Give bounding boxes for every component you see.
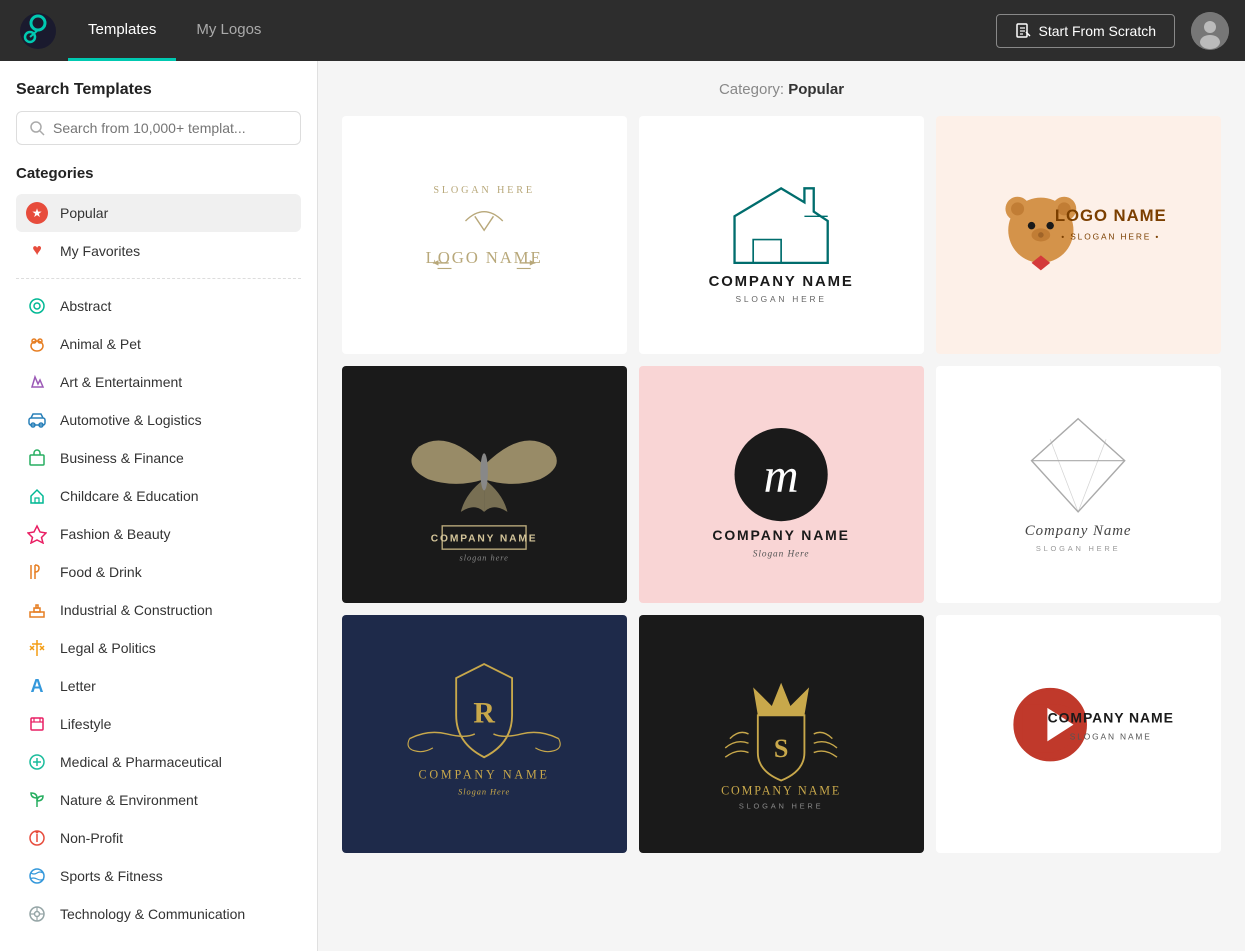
svg-text:SLOGAN HERE: SLOGAN HERE xyxy=(739,801,823,810)
fashion-icon xyxy=(26,523,48,545)
sidebar-item-popular[interactable]: ★ Popular xyxy=(16,194,301,232)
svg-text:COMPANY NAME: COMPANY NAME xyxy=(713,527,850,543)
template-card[interactable]: m COMPANY NAME Slogan Here xyxy=(639,366,924,604)
sidebar-item-technology[interactable]: Technology & Communication xyxy=(16,895,301,933)
industrial-icon xyxy=(26,599,48,621)
animal-icon xyxy=(26,333,48,355)
template-preview: COMPANY NAME slogan here xyxy=(363,383,605,585)
template-preview: m COMPANY NAME Slogan Here xyxy=(660,383,902,585)
start-from-scratch-button[interactable]: Start From Scratch xyxy=(996,14,1175,48)
user-avatar[interactable] xyxy=(1191,12,1229,50)
svg-text:• SLOGAN HERE •: • SLOGAN HERE • xyxy=(1062,231,1161,241)
business-icon xyxy=(26,447,48,469)
sidebar-item-automotive[interactable]: Automotive & Logistics xyxy=(16,401,301,439)
search-box xyxy=(16,111,301,145)
svg-text:COMPANY NAME: COMPANY NAME xyxy=(709,274,854,290)
legal-icon xyxy=(26,637,48,659)
main-nav: Templates My Logos xyxy=(68,0,281,61)
template-preview: COMPANY NAME SLOGAN HERE xyxy=(660,134,902,336)
svg-text:slogan here: slogan here xyxy=(460,554,509,563)
svg-text:Slogan Here: Slogan Here xyxy=(458,787,510,796)
svg-text:S: S xyxy=(774,734,789,763)
main-content: Category: Popular SLOGAN HERE LOGO NAME xyxy=(318,61,1245,951)
divider xyxy=(16,278,301,279)
svg-text:Slogan Here: Slogan Here xyxy=(753,550,810,560)
template-card[interactable]: R COMPANY NAME Slogan Here xyxy=(342,615,627,853)
sidebar-item-nonprofit[interactable]: Non-Profit xyxy=(16,819,301,857)
sidebar: Search Templates Categories ★ Popular ♥ … xyxy=(0,61,318,951)
nav-my-logos[interactable]: My Logos xyxy=(176,0,281,61)
art-icon xyxy=(26,371,48,393)
templates-grid: SLOGAN HERE LOGO NAME xyxy=(342,116,1221,853)
svg-text:SLOGAN HERE: SLOGAN HERE xyxy=(434,185,536,196)
category-label: Category: Popular xyxy=(342,81,1221,98)
star-icon: ★ xyxy=(26,202,48,224)
sidebar-item-industrial[interactable]: Industrial & Construction xyxy=(16,591,301,629)
food-icon xyxy=(26,561,48,583)
svg-text:LOGO NAME: LOGO NAME xyxy=(426,248,543,267)
template-card[interactable]: Company Name SLOGAN HERE xyxy=(936,366,1221,604)
document-icon xyxy=(1015,23,1031,39)
sports-icon xyxy=(26,865,48,887)
avatar-image xyxy=(1191,12,1229,50)
template-preview: LOGO NAME • SLOGAN HERE • xyxy=(957,134,1199,336)
sidebar-item-animal-pet[interactable]: Animal & Pet xyxy=(16,325,301,363)
main-layout: Search Templates Categories ★ Popular ♥ … xyxy=(0,61,1245,951)
search-templates-title: Search Templates xyxy=(16,81,301,99)
lifestyle-icon xyxy=(26,713,48,735)
template-preview: SLOGAN HERE LOGO NAME xyxy=(363,134,605,336)
childcare-icon xyxy=(26,485,48,507)
template-card[interactable]: S COMPANY NAME SLOGAN HERE xyxy=(639,615,924,853)
svg-text:m: m xyxy=(764,450,799,503)
sidebar-item-fashion[interactable]: Fashion & Beauty xyxy=(16,515,301,553)
svg-text:COMPANY NAME: COMPANY NAME xyxy=(419,767,550,781)
sidebar-item-business-finance[interactable]: Business & Finance xyxy=(16,439,301,477)
svg-text:SLOGAN NAME: SLOGAN NAME xyxy=(1070,731,1152,741)
template-card[interactable]: COMPANY NAME slogan here xyxy=(342,366,627,604)
svg-text:COMPANY NAME: COMPANY NAME xyxy=(1048,710,1174,726)
nav-templates[interactable]: Templates xyxy=(68,0,176,61)
sidebar-item-abstract[interactable]: Abstract xyxy=(16,287,301,325)
sidebar-item-letter[interactable]: A Letter xyxy=(16,667,301,705)
svg-text:Company Name: Company Name xyxy=(1025,523,1132,539)
technology-icon xyxy=(26,903,48,925)
sidebar-item-art-entertainment[interactable]: Art & Entertainment xyxy=(16,363,301,401)
search-input[interactable] xyxy=(53,120,288,136)
template-preview: Company Name SLOGAN HERE xyxy=(957,383,1199,585)
svg-text:R: R xyxy=(474,697,496,730)
template-card[interactable]: COMPANY NAME SLOGAN NAME xyxy=(936,615,1221,853)
template-card[interactable]: SLOGAN HERE LOGO NAME xyxy=(342,116,627,354)
sidebar-item-food[interactable]: Food & Drink xyxy=(16,553,301,591)
svg-text:COMPANY NAME: COMPANY NAME xyxy=(431,534,538,545)
template-card[interactable]: COMPANY NAME SLOGAN HERE xyxy=(639,116,924,354)
medical-icon xyxy=(26,751,48,773)
sidebar-item-medical[interactable]: Medical & Pharmaceutical xyxy=(16,743,301,781)
automotive-icon xyxy=(26,409,48,431)
search-icon xyxy=(29,120,45,136)
template-card[interactable]: LOGO NAME • SLOGAN HERE • xyxy=(936,116,1221,354)
svg-text:COMPANY NAME: COMPANY NAME xyxy=(721,783,841,797)
sidebar-item-lifestyle[interactable]: Lifestyle xyxy=(16,705,301,743)
app-header: Templates My Logos Start From Scratch xyxy=(0,0,1245,61)
sidebar-item-legal[interactable]: Legal & Politics xyxy=(16,629,301,667)
svg-text:LOGO NAME: LOGO NAME xyxy=(1055,206,1167,225)
svg-text:SLOGAN HERE: SLOGAN HERE xyxy=(1036,544,1120,553)
letter-icon: A xyxy=(26,675,48,697)
nonprofit-icon xyxy=(26,827,48,849)
header-actions: Start From Scratch xyxy=(996,12,1229,50)
template-preview: R COMPANY NAME Slogan Here xyxy=(363,633,605,835)
app-logo[interactable] xyxy=(16,9,60,53)
abstract-icon xyxy=(26,295,48,317)
sidebar-item-my-favorites[interactable]: ♥ My Favorites xyxy=(16,232,301,270)
svg-text:SLOGAN HERE: SLOGAN HERE xyxy=(736,294,827,304)
categories-title: Categories xyxy=(16,165,301,182)
template-preview: COMPANY NAME SLOGAN NAME xyxy=(957,633,1199,835)
sidebar-item-nature[interactable]: Nature & Environment xyxy=(16,781,301,819)
nature-icon xyxy=(26,789,48,811)
template-preview: S COMPANY NAME SLOGAN HERE xyxy=(660,633,902,835)
heart-icon: ♥ xyxy=(26,240,48,262)
sidebar-item-childcare[interactable]: Childcare & Education xyxy=(16,477,301,515)
sidebar-item-sports[interactable]: Sports & Fitness xyxy=(16,857,301,895)
